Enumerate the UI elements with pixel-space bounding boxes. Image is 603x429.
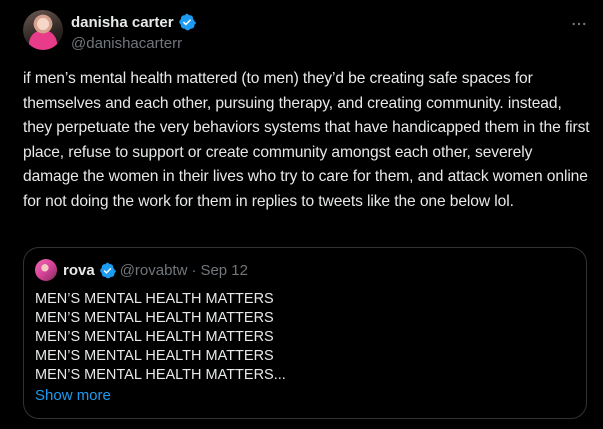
quoted-date[interactable]: Sep 12 bbox=[200, 262, 248, 279]
quoted-line: MEN’S MENTAL HEALTH MATTERS bbox=[35, 348, 274, 364]
handle[interactable]: @danishacarterr bbox=[71, 34, 196, 54]
quoted-line: MEN’S MENTAL HEALTH MATTERS bbox=[35, 291, 274, 307]
quoted-header: rova @rovabtw · Sep 12 bbox=[35, 259, 248, 281]
tweet-text: if men’s mental health mattered (to men)… bbox=[23, 70, 590, 210]
quoted-separator: · bbox=[191, 261, 197, 279]
show-more-link[interactable]: Show more bbox=[35, 387, 111, 404]
quoted-line: MEN’S MENTAL HEALTH MATTERS bbox=[35, 310, 274, 326]
verified-badge-icon bbox=[99, 262, 116, 278]
display-name[interactable]: danisha carter bbox=[71, 14, 174, 31]
quoted-handle: @rovabtw bbox=[119, 261, 188, 279]
quoted-text: MEN’S MENTAL HEALTH MATTERS MEN’S MENTAL… bbox=[35, 290, 286, 385]
quoted-line: MEN’S MENTAL HEALTH MATTERS... bbox=[35, 367, 286, 383]
name-row: danisha carter bbox=[71, 12, 196, 32]
quoted-avatar bbox=[35, 259, 57, 281]
avatar[interactable] bbox=[23, 10, 63, 50]
quoted-tweet[interactable]: rova @rovabtw · Sep 12 MEN’S MENTAL HEAL… bbox=[23, 247, 587, 419]
author-names: danisha carter @danishacarterr bbox=[71, 12, 196, 54]
tweet: danisha carter @danishacarterr if men’s … bbox=[0, 0, 603, 429]
quoted-line: MEN’S MENTAL HEALTH MATTERS bbox=[35, 329, 274, 345]
tweet-header: danisha carter @danishacarterr bbox=[23, 10, 593, 56]
verified-badge-icon bbox=[178, 13, 196, 31]
more-horizontal-icon bbox=[572, 22, 586, 26]
more-button[interactable] bbox=[565, 12, 593, 36]
quoted-display-name: rova bbox=[63, 261, 95, 279]
